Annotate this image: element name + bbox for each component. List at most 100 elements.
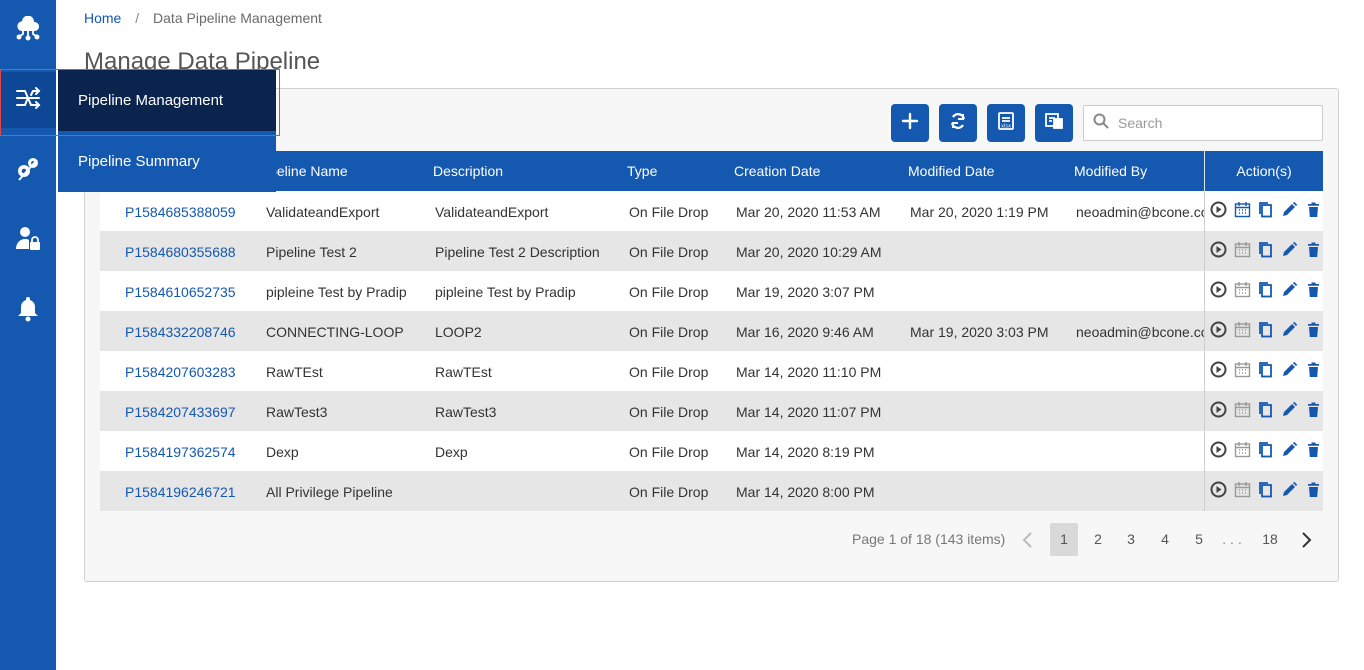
- edit-pipeline-button[interactable]: [1280, 321, 1299, 341]
- copy-pipeline-button[interactable]: [1257, 402, 1276, 421]
- pipeline-table: ipeline Name Description Type Creation D…: [100, 151, 1323, 511]
- copy-pipeline-button[interactable]: [1257, 242, 1276, 261]
- edit-pipeline-button[interactable]: [1280, 241, 1299, 261]
- export-xlsx-button[interactable]: xlsx: [987, 104, 1025, 142]
- delete-pipeline-button[interactable]: [1304, 242, 1323, 261]
- pagination-page-4[interactable]: 4: [1155, 523, 1175, 556]
- copy-icon: [1257, 321, 1274, 341]
- play-icon: [1210, 361, 1227, 381]
- pagination-next-button[interactable]: [1296, 523, 1316, 556]
- table-body: P1584685388059 ValidateandExport Validat…: [100, 191, 1323, 511]
- import-button[interactable]: [1035, 104, 1073, 142]
- play-icon: [1210, 401, 1227, 421]
- schedule-button[interactable]: [1233, 402, 1252, 421]
- pagination-page-3[interactable]: 3: [1121, 523, 1141, 556]
- edit-pipeline-button[interactable]: [1280, 201, 1299, 221]
- pipeline-id-link[interactable]: P1584196246721: [125, 471, 255, 511]
- pipeline-id-link[interactable]: P1584197362574: [125, 431, 255, 471]
- run-pipeline-button[interactable]: [1209, 281, 1228, 301]
- schedule-button[interactable]: [1233, 322, 1252, 341]
- add-pipeline-button[interactable]: [891, 104, 929, 142]
- delete-pipeline-button[interactable]: [1304, 202, 1323, 221]
- row-actions: [1204, 311, 1323, 351]
- pipeline-id-link[interactable]: P1584680355688: [125, 231, 255, 271]
- play-icon: [1210, 281, 1227, 301]
- edit-pipeline-button[interactable]: [1280, 401, 1299, 421]
- delete-pipeline-button[interactable]: [1304, 362, 1323, 381]
- sidebar-pipeline-button[interactable]: [0, 72, 56, 128]
- calendar-icon: [1234, 481, 1251, 501]
- pipeline-name-cell: All Privilege Pipeline: [266, 484, 393, 500]
- chevron-left-icon: [1019, 532, 1037, 552]
- pipeline-type-cell: On File Drop: [629, 444, 709, 460]
- copy-pipeline-button[interactable]: [1257, 482, 1276, 501]
- schedule-button[interactable]: [1233, 242, 1252, 261]
- edit-pipeline-button[interactable]: [1280, 281, 1299, 301]
- run-pipeline-button[interactable]: [1209, 361, 1228, 381]
- copy-pipeline-button[interactable]: [1257, 362, 1276, 381]
- schedule-button[interactable]: [1233, 482, 1252, 501]
- pagination-page-5[interactable]: 5: [1189, 523, 1209, 556]
- run-pipeline-button[interactable]: [1209, 481, 1228, 501]
- sidebar-user-admin-button[interactable]: [0, 212, 56, 268]
- edit-pipeline-button[interactable]: [1280, 481, 1299, 501]
- run-pipeline-button[interactable]: [1209, 401, 1228, 421]
- plus-icon: [900, 111, 920, 136]
- schedule-button[interactable]: [1233, 442, 1252, 461]
- pipeline-id-link[interactable]: P1584332208746: [125, 311, 255, 351]
- edit-pipeline-button[interactable]: [1280, 361, 1299, 381]
- table-row: P1584207603283 RawTEst RawTEst On File D…: [100, 351, 1323, 391]
- breadcrumb-separator: /: [135, 10, 140, 26]
- copy-icon: [1257, 441, 1274, 461]
- schedule-button[interactable]: [1233, 202, 1252, 221]
- delete-icon: [1305, 361, 1322, 381]
- delete-pipeline-button[interactable]: [1304, 322, 1323, 341]
- copy-pipeline-button[interactable]: [1257, 202, 1276, 221]
- run-pipeline-button[interactable]: [1209, 441, 1228, 461]
- run-pipeline-button[interactable]: [1209, 241, 1228, 261]
- sidebar-home-button[interactable]: [0, 4, 56, 60]
- copy-pipeline-button[interactable]: [1257, 282, 1276, 301]
- pagination-page-2[interactable]: 2: [1088, 523, 1108, 556]
- column-header-modified-by[interactable]: Modified By: [1074, 151, 1147, 191]
- refresh-button[interactable]: [939, 104, 977, 142]
- run-pipeline-button[interactable]: [1209, 321, 1228, 341]
- column-header-creation-date[interactable]: Creation Date: [734, 151, 820, 191]
- calendar-icon: [1234, 361, 1251, 381]
- table-header: ipeline Name Description Type Creation D…: [100, 151, 1323, 191]
- column-header-description[interactable]: Description: [433, 151, 503, 191]
- delete-pipeline-button[interactable]: [1304, 282, 1323, 301]
- pagination-page-1[interactable]: 1: [1050, 523, 1078, 556]
- delete-icon: [1305, 441, 1322, 461]
- pipeline-id-link[interactable]: P1584207433697: [125, 391, 255, 431]
- breadcrumb-home-link[interactable]: Home: [84, 10, 121, 26]
- delete-pipeline-button[interactable]: [1304, 442, 1323, 461]
- column-header-modified-date[interactable]: Modified Date: [908, 151, 994, 191]
- menu-item-pipeline-management[interactable]: Pipeline Management: [58, 70, 276, 131]
- schedule-button[interactable]: [1233, 362, 1252, 381]
- column-header-type[interactable]: Type: [627, 151, 657, 191]
- copy-pipeline-button[interactable]: [1257, 322, 1276, 341]
- column-header-name[interactable]: ipeline Name: [266, 151, 348, 191]
- pipeline-type-cell: On File Drop: [629, 244, 709, 260]
- pipeline-id-link[interactable]: P1584610652735: [125, 271, 255, 311]
- delete-pipeline-button[interactable]: [1304, 402, 1323, 421]
- pipeline-id-link[interactable]: P1584207603283: [125, 351, 255, 391]
- sidebar-settings-button[interactable]: [0, 142, 56, 198]
- export-xlsx-icon: xlsx: [996, 111, 1016, 136]
- copy-pipeline-button[interactable]: [1257, 442, 1276, 461]
- modified-date-cell: [910, 471, 1070, 511]
- edit-icon: [1281, 481, 1298, 501]
- pagination-page-last[interactable]: 18: [1257, 523, 1283, 556]
- pipeline-name-cell: CONNECTING-LOOP: [266, 324, 404, 340]
- search-input[interactable]: [1118, 115, 1308, 131]
- creation-date-cell: Mar 14, 2020 11:07 PM: [736, 404, 882, 420]
- pipeline-id-link[interactable]: P1584685388059: [125, 191, 255, 231]
- edit-pipeline-button[interactable]: [1280, 441, 1299, 461]
- delete-pipeline-button[interactable]: [1304, 482, 1323, 501]
- schedule-button[interactable]: [1233, 282, 1252, 301]
- pagination-prev-button[interactable]: [1018, 523, 1038, 556]
- run-pipeline-button[interactable]: [1209, 201, 1228, 221]
- menu-item-pipeline-summary[interactable]: Pipeline Summary: [58, 131, 276, 192]
- sidebar-notifications-button[interactable]: [0, 282, 56, 338]
